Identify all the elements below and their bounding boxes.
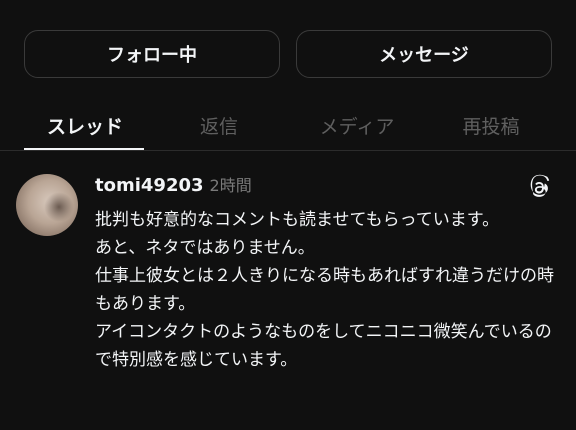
avatar[interactable] (16, 174, 78, 236)
post-body: 批判も好意的なコメントも読ませてもらっています。 あと、ネタではありません。 仕… (95, 206, 555, 374)
post-text-line: あと、ネタではありません。 (95, 238, 315, 258)
post-timestamp: 2時間 (209, 176, 252, 195)
post-text-line: 仕事上彼女とは２人きりになる時もあればすれ違うだけの時もあります。 (95, 266, 554, 314)
post-text-line: 批判も好意的なコメントも読ませてもらっています。 (95, 210, 500, 230)
tab-threads[interactable]: スレッド (20, 112, 150, 138)
tab-reposts[interactable]: 再投稿 (426, 112, 556, 138)
following-button[interactable]: フォロー中 (24, 30, 280, 78)
tab-media[interactable]: メディア (292, 112, 422, 138)
post-username[interactable]: tomi49203 (95, 175, 204, 196)
profile-action-row: フォロー中 メッセージ (24, 30, 552, 80)
message-button[interactable]: メッセージ (296, 30, 552, 78)
thread-post[interactable]: tomi49203 2時間 批判も好意的なコメントも読ませてもらっています。 あ… (0, 150, 576, 430)
profile-screen: フォロー中 メッセージ スレッド 返信 メディア 再投稿 tomi49203 2… (0, 0, 576, 430)
post-header: tomi49203 2時間 (95, 172, 252, 200)
post-text-line: アイコンタクトのようなものをしてニコニコ微笑んでいるので特別感を感じています。 (95, 322, 552, 370)
avatar-photo-shade (44, 192, 74, 222)
tab-replies[interactable]: 返信 (154, 112, 284, 138)
profile-tabs: スレッド 返信 メディア 再投稿 (0, 100, 576, 151)
threads-logo-icon[interactable] (526, 174, 552, 200)
